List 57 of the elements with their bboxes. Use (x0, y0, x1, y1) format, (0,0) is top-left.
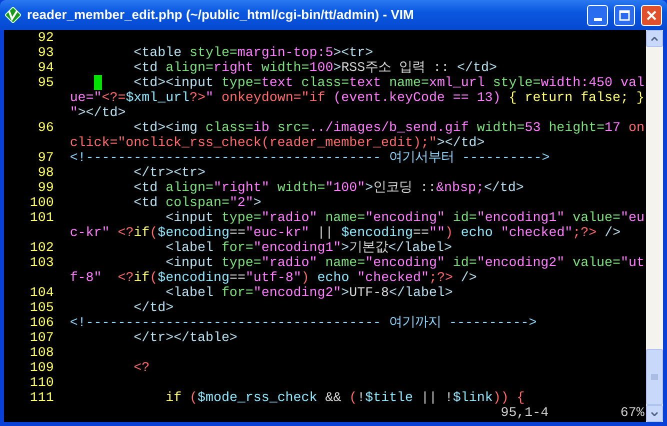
scrollbar[interactable] (646, 30, 663, 422)
minimize-button[interactable] (587, 4, 608, 26)
line-number: 96 (36, 120, 54, 135)
code-line: <table style=margin-top:5><tr> (134, 45, 374, 60)
code-line: </tr><tr> (134, 165, 206, 180)
cursor-position: 95,1-4 (500, 405, 549, 420)
code-line: <? (134, 360, 150, 375)
minimize-icon (594, 18, 602, 20)
scroll-percent: 67% (620, 405, 644, 420)
line-number: 98 (36, 165, 54, 180)
line-number: 105 (28, 300, 54, 315)
line-number: 110 (28, 375, 54, 390)
line-number: 103 (28, 255, 54, 270)
line-number: 104 (28, 285, 54, 300)
line-number: 102 (28, 240, 54, 255)
scroll-down-button[interactable] (646, 405, 663, 422)
code-line: <td><input type=text class=text name=xml_url style=width:450 val (134, 75, 644, 90)
line-number: 106 (28, 315, 54, 330)
line-number: 109 (28, 360, 54, 375)
code-line: ue="<?=$xml_url?>" onkeydown="if (event.keyCode == 13) { return false; } (70, 90, 644, 105)
code-line: <td align="right" width="100">인코딩 ::&nbsp;</td> (134, 180, 524, 195)
grip-icon (651, 374, 658, 380)
maximize-icon (619, 10, 630, 20)
code-line: <!------------------------------------- 여기까지 ----------> (70, 315, 537, 330)
line-number: 101 (28, 210, 54, 225)
maximize-button[interactable] (614, 4, 635, 26)
code-line: <input type="radio" name="encoding" id="encoding2" value="ut (166, 255, 644, 270)
scroll-up-button[interactable] (646, 30, 663, 47)
code-line: </td> (134, 300, 174, 315)
code-line: c-kr" <?if($encoding=="euc-kr" || $encoding=="") echo "checked";?> /> (70, 225, 621, 240)
close-button[interactable] (641, 4, 662, 26)
line-number: 99 (36, 180, 54, 195)
line-number: 100 (28, 195, 54, 210)
code-line: </tr></table> (134, 330, 238, 345)
line-number: 107 (28, 330, 54, 345)
code-line: <input type="radio" name="encoding" id="encoding1" value="eu (166, 210, 644, 225)
code-line: <td colspan="2"> (134, 195, 262, 210)
line-number: 94 (36, 60, 54, 75)
code-line: <td align=right width=100>RSS주소 입력 :: </td> (134, 60, 497, 75)
code-line: <label for="encoding2">UTF-8</label> (166, 285, 453, 300)
code-line: <!------------------------------------- 여기서부터 ----------> (70, 150, 550, 165)
line-number: 111 (28, 390, 54, 405)
line-number: 95 (36, 75, 54, 90)
line-number: 92 (36, 30, 54, 45)
line-number: 108 (28, 345, 54, 360)
line-number: 93 (36, 45, 54, 60)
code-line: <label for="encoding1">기본값</label> (166, 240, 452, 255)
line-number: 97 (36, 150, 54, 165)
code-line: "></td> (70, 105, 126, 120)
code-line: f-8" <?if($encoding=="utf-8") echo "checked";?> /> (70, 270, 477, 285)
code-line: <td><img class=ib src=../images/b_send.gif width=53 height=17 on (134, 120, 644, 135)
app-icon (5, 7, 21, 23)
code-line: if ($mode_rss_check && (!$title || !$link)) { (166, 390, 525, 405)
close-icon (646, 10, 657, 20)
code-line: click="onclick_rss_check(reader_member_edit);"></td> (70, 135, 485, 150)
window-title: reader_member_edit.php (~/public_html/cgi-bin/tt/admin) - VIM (27, 6, 415, 24)
scroll-thumb[interactable] (646, 349, 663, 405)
